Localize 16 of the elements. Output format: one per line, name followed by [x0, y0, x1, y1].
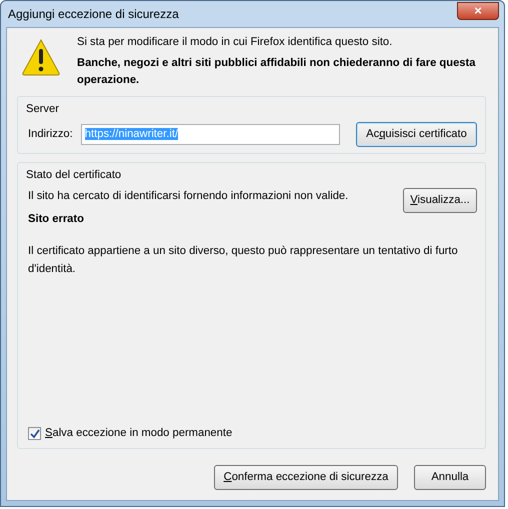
- permanent-checkbox-label[interactable]: Salva eccezione in modo permanente: [45, 425, 232, 442]
- confirm-button[interactable]: Conferma eccezione di sicurezza: [214, 465, 398, 490]
- permanent-checkbox[interactable]: [28, 427, 41, 440]
- problem-title: Sito errato: [28, 212, 85, 227]
- server-legend: Server: [26, 101, 477, 118]
- window-title: Aggiungi eccezione di sicurezza: [7, 6, 179, 23]
- warning-icon: [21, 38, 61, 76]
- problem-text: Il certificato appartiene a un sito diverso, questo può rappresentare un tentativo di furto d'identità.: [28, 244, 459, 277]
- status-summary: Il sito ha cercato di identificarsi fornendo informazioni non valide.: [28, 188, 348, 204]
- address-label: Indirizzo:: [28, 127, 73, 142]
- fetch-certificate-button[interactable]: Acquisisci certificato: [356, 122, 477, 147]
- warning-message: Si sta per modificare il modo in cui Firefox identifica questo sito.: [77, 35, 394, 50]
- cancel-button[interactable]: Annulla: [414, 465, 486, 490]
- view-button[interactable]: Visualizza...: [403, 188, 477, 213]
- warning-emphasis: Banche, negozi e altri siti pubblici affidabili non chiederanno di fare questa operazione.: [77, 56, 476, 88]
- certificate-status-legend: Stato del certificato: [26, 166, 477, 184]
